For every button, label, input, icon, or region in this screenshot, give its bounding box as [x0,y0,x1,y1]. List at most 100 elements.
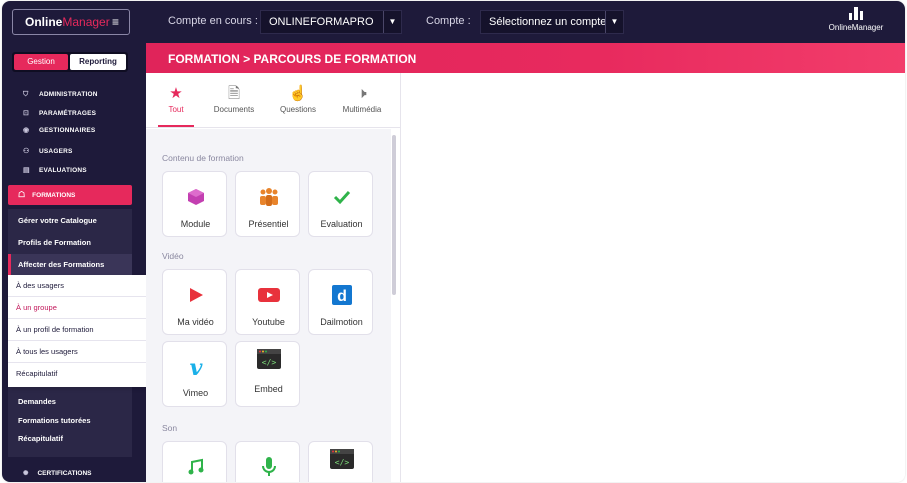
sidebar-item-formations[interactable]: ☖ FORMATIONS [8,185,132,205]
tab-documents[interactable]: 🗎 Documents [205,83,263,114]
card-label: Youtube [252,317,285,327]
dropdown-item-groupe[interactable]: À un groupe [8,297,148,319]
card-label: Module [180,219,211,229]
sidebar-item-label: EVALUATIONS [39,167,87,174]
sidebar-item-label: CERTIFICATIONS [37,470,92,477]
tab-tout[interactable]: ★ Tout [147,83,205,114]
library-scrollbar[interactable] [392,135,396,295]
svg-text:v: v [189,357,202,377]
dropdown-item-profil[interactable]: À un profil de formation [8,319,148,341]
logo-text: OnlineManager [828,23,884,32]
sidebar-item-evaluations[interactable]: ▤ EVALUATIONS [23,166,87,174]
submenu-recapitulatif[interactable]: Récapitulatif [18,434,63,443]
section-title: Contenu de formation [162,153,244,163]
sidebar-item-label: FORMATIONS [32,192,76,199]
onlinemanager-logo[interactable]: OnlineManager [821,7,891,32]
section-title: Son [162,423,178,433]
account-select[interactable]: Sélectionnez un compte ▼ [480,10,624,34]
card-vimeo[interactable]: v Vimeo [162,341,227,407]
sidebar-item-parametrages[interactable]: ⊡ PARAMÉTRAGES [23,109,96,117]
graduation-cap-icon: ☖ [18,190,26,199]
tab-questions[interactable]: ☝ Questions [269,83,327,114]
tab-label: Questions [279,105,317,114]
card-audio-embed[interactable]: </> [308,441,373,482]
play-icon [163,284,228,306]
top-bar: OnlineManager ≡ Compte en cours : ONLINE… [2,1,905,43]
youtube-icon [236,284,301,306]
tab-reporting[interactable]: Reporting [70,54,126,70]
card-dailymotion[interactable]: d Dailmotion [308,269,373,335]
dropdown-item-usagers[interactable]: À des usagers [8,275,148,297]
tab-gestion[interactable]: Gestion [14,54,68,70]
hamburger-icon[interactable]: ≡ [112,10,119,34]
sidebar-item-label: PARAMÉTRAGES [39,110,97,117]
page-header: FORMATION > PARCOURS DE FORMATION [146,43,905,73]
sidebar-item-gestionnaires[interactable]: ◉ GESTIONNAIRES [23,126,95,134]
sidebar-item-label: GESTIONNAIRES [39,127,96,134]
tab-label: Multimédia [342,105,382,114]
card-label: Vimeo [182,388,209,398]
account-select-placeholder: Sélectionnez un compte [489,16,607,28]
breadcrumb: FORMATION > PARCOURS DE FORMATION [168,52,417,66]
section-title: Vidéo [162,251,184,261]
card-recording[interactable] [235,441,300,482]
svg-text:</>: </> [261,358,276,367]
card-label: Dailmotion [320,317,363,327]
vimeo-icon: v [163,356,228,378]
card-audio[interactable] [162,441,227,482]
sidebar-item-label: USAGERS [39,148,73,155]
brand-accent: Manager [62,15,110,29]
library-tabs: ★ Tout 🗎 Documents ☝ Questions 🕨 Multimé… [146,73,401,128]
dailymotion-icon: d [309,284,374,306]
card-presentiel[interactable]: Présentiel [235,171,300,237]
cube-icon [163,186,228,208]
card-youtube[interactable]: Youtube [235,269,300,335]
bar-chart-logo-icon [849,7,863,20]
card-module[interactable]: Module [162,171,227,237]
card-ma-video[interactable]: Ma vidéo [162,269,227,335]
sidebar-item-administration[interactable]: ⛉ ADMINISTRATION [23,91,98,99]
current-account-select[interactable]: ONLINEFORMAPRO ▼ [260,10,402,34]
speaker-icon: 🕨 [357,85,367,102]
checkmark-icon [309,186,374,208]
submenu-formations-tutorees[interactable]: Formations tutorées [18,416,91,425]
card-label: Présentiel [248,219,289,229]
settings-icon: ⊡ [23,110,30,117]
submenu-affecter-formations[interactable]: Affecter des Formations [8,254,132,275]
pointer-hand-icon: ☝ [288,85,308,102]
dropdown-item-recapitulatif[interactable]: Récapitulatif [8,363,148,385]
sidebar-item-certifications[interactable]: ✺ CERTIFICATIONS [23,469,92,477]
chevron-down-icon: ▼ [383,11,401,33]
current-account-value: ONLINEFORMAPRO [269,16,374,28]
course-builder-area[interactable] [401,73,905,482]
card-evaluation[interactable]: Evaluation [308,171,373,237]
embed-icon: </> [236,348,301,370]
tab-multimedia[interactable]: 🕨 Multimédia [333,83,391,114]
people-icon [236,186,301,208]
tab-label: Documents [213,105,255,114]
chevron-down-icon: ▼ [605,11,623,33]
music-note-icon [163,456,228,478]
submenu-profils-formation[interactable]: Profils de Formation [18,238,91,247]
card-label: Ma vidéo [177,317,214,327]
submenu-gerer-catalogue[interactable]: Gérer votre Catalogue [18,216,97,225]
document-icon: 🗎 [227,85,241,102]
user-circle-icon: ◉ [23,127,30,134]
current-account-label: Compte en cours : [168,15,258,27]
microphone-icon [236,456,301,478]
submenu-demandes[interactable]: Demandes [18,397,56,406]
active-tab-indicator [158,125,194,127]
account-label: Compte : [426,15,471,27]
affecter-dropdown: À des usagers À un groupe À un profil de… [8,275,148,387]
sidebar-item-label: ADMINISTRATION [39,91,98,98]
users-icon: ⚇ [23,148,30,155]
brand-menu-toggle[interactable]: OnlineManager ≡ [12,9,130,35]
sidebar: Gestion Reporting ⛉ ADMINISTRATION ⊡ PARAM… [2,43,148,482]
sidebar-item-usagers[interactable]: ⚇ USAGERS [23,147,73,155]
card-embed[interactable]: </> Embed [235,341,300,407]
shield-icon: ⛉ [23,91,29,98]
clipboard-icon: ▤ [23,167,30,174]
card-label: Embed [254,384,283,394]
dropdown-item-tous-usagers[interactable]: À tous les usagers [8,341,148,363]
content-library-panel: ★ Tout 🗎 Documents ☝ Questions 🕨 Multimé… [146,73,401,482]
